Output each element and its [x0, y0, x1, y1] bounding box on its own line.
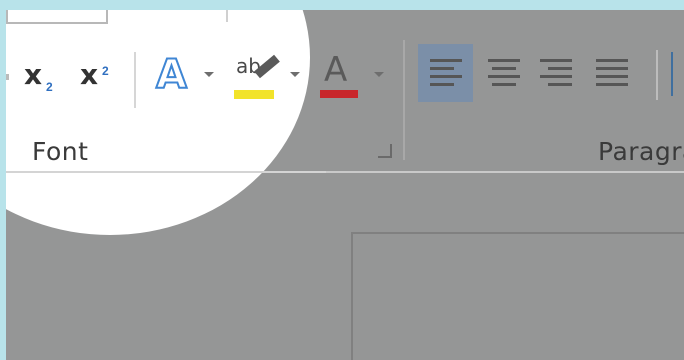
subscript-index: 2 — [46, 80, 53, 94]
subscript-button[interactable]: x 2 — [24, 54, 64, 100]
app-window: Paragra A x 2 x 2 A — [6, 10, 684, 360]
clear-format-dot-icon — [6, 74, 9, 80]
text-effects-dropdown-arrow[interactable] — [204, 72, 214, 77]
magnified-top-separator — [226, 10, 228, 22]
font-size-box-magnified — [6, 10, 108, 24]
magnified-ribbon-bottom-border — [6, 171, 326, 173]
font-format-separator — [134, 52, 136, 108]
text-effects-button[interactable]: A — [154, 48, 200, 102]
highlight-swatch — [234, 90, 274, 99]
highlight-button[interactable]: ab — [234, 48, 282, 104]
superscript-button[interactable]: x 2 — [80, 54, 120, 100]
subscript-x: x — [24, 58, 43, 91]
text-effects-icon: A — [155, 51, 188, 99]
superscript-index: 2 — [102, 64, 109, 78]
highlight-dropdown-arrow[interactable] — [290, 72, 300, 77]
top-row-fragment-magnified — [116, 10, 216, 18]
magnifier-lens: x 2 x 2 A ab Font — [6, 10, 326, 235]
font-group-label: Font — [32, 137, 89, 166]
superscript-x: x — [80, 58, 99, 91]
